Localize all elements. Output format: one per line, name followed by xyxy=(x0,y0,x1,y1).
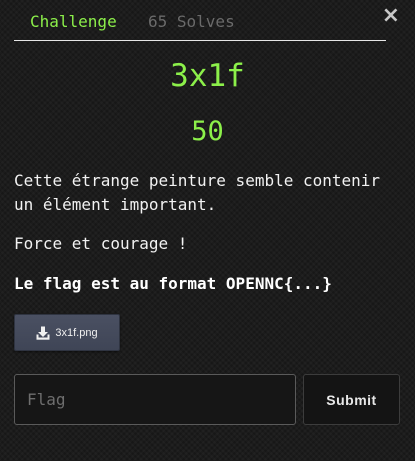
challenge-value: 50 xyxy=(191,116,224,147)
tab-challenge[interactable]: Challenge xyxy=(30,12,117,32)
description-paragraph: Cette étrange peinture semble contenir u… xyxy=(14,171,381,214)
download-icon xyxy=(36,326,50,340)
challenge-name: 3x1f xyxy=(170,58,245,94)
file-download-button[interactable]: 3x1f.png xyxy=(14,314,120,351)
tab-solves[interactable]: 65 Solves xyxy=(148,12,235,32)
submit-button[interactable]: Submit xyxy=(303,374,400,425)
flag-format-note: Le flag est au format OPENNC{...} xyxy=(14,274,332,293)
challenge-tabs: Challenge 65 Solves xyxy=(14,0,386,41)
challenge-modal: × Challenge 65 Solves 3x1f 50 Cette étra… xyxy=(0,0,415,461)
flag-input[interactable] xyxy=(14,374,296,425)
file-name: 3x1f.png xyxy=(55,326,98,339)
description-paragraph: Force et courage ! xyxy=(14,234,188,253)
